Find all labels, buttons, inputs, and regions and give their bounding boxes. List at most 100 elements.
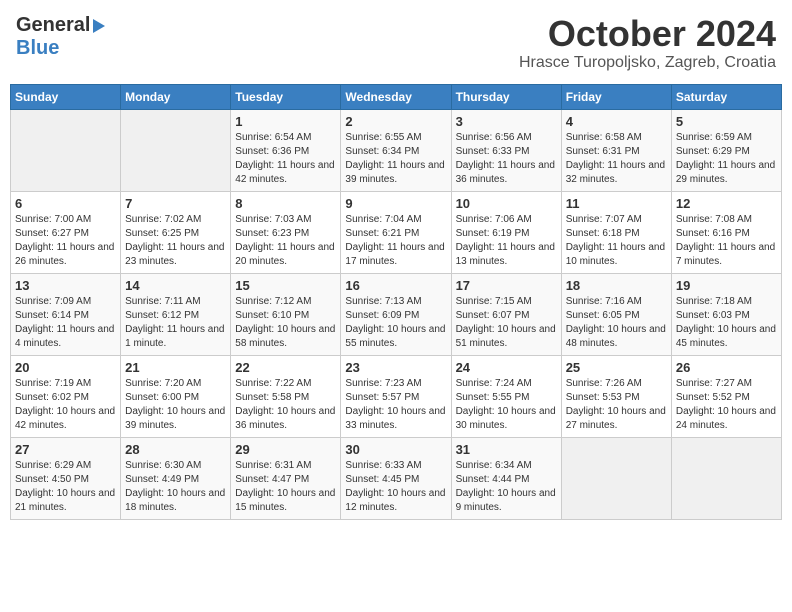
sunrise-text: Sunrise: 6:33 AM bbox=[345, 460, 421, 471]
sunset-text: Sunset: 6:29 PM bbox=[676, 146, 750, 157]
day-number: 28 bbox=[125, 442, 226, 457]
sunset-text: Sunset: 6:14 PM bbox=[15, 310, 89, 321]
sunset-text: Sunset: 6:34 PM bbox=[345, 146, 419, 157]
calendar-day-cell: 27 Sunrise: 6:29 AM Sunset: 4:50 PM Dayl… bbox=[11, 437, 121, 519]
sunset-text: Sunset: 6:18 PM bbox=[566, 228, 640, 239]
day-info: Sunrise: 6:34 AM Sunset: 4:44 PM Dayligh… bbox=[456, 459, 557, 515]
daylight-text: Daylight: 10 hours and 33 minutes. bbox=[345, 406, 445, 431]
calendar-day-cell bbox=[671, 437, 781, 519]
sunrise-text: Sunrise: 7:03 AM bbox=[235, 214, 311, 225]
sunrise-text: Sunrise: 7:11 AM bbox=[125, 296, 200, 307]
sunrise-text: Sunrise: 6:55 AM bbox=[345, 132, 421, 143]
day-number: 23 bbox=[345, 360, 446, 375]
calendar-day-cell: 29 Sunrise: 6:31 AM Sunset: 4:47 PM Dayl… bbox=[231, 437, 341, 519]
day-number: 29 bbox=[235, 442, 336, 457]
sunrise-text: Sunrise: 7:12 AM bbox=[235, 296, 311, 307]
sunrise-text: Sunrise: 6:34 AM bbox=[456, 460, 532, 471]
day-number: 10 bbox=[456, 196, 557, 211]
daylight-text: Daylight: 10 hours and 30 minutes. bbox=[456, 406, 556, 431]
calendar-day-cell: 9 Sunrise: 7:04 AM Sunset: 6:21 PM Dayli… bbox=[341, 191, 451, 273]
daylight-text: Daylight: 11 hours and 36 minutes. bbox=[456, 160, 555, 185]
day-of-week-header: Monday bbox=[121, 84, 231, 109]
sunrise-text: Sunrise: 6:58 AM bbox=[566, 132, 642, 143]
day-info: Sunrise: 6:55 AM Sunset: 6:34 PM Dayligh… bbox=[345, 131, 446, 187]
day-info: Sunrise: 7:24 AM Sunset: 5:55 PM Dayligh… bbox=[456, 377, 557, 433]
daylight-text: Daylight: 10 hours and 9 minutes. bbox=[456, 488, 556, 513]
daylight-text: Daylight: 10 hours and 39 minutes. bbox=[125, 406, 225, 431]
sunset-text: Sunset: 6:10 PM bbox=[235, 310, 309, 321]
calendar-day-cell: 23 Sunrise: 7:23 AM Sunset: 5:57 PM Dayl… bbox=[341, 355, 451, 437]
day-number: 6 bbox=[15, 196, 116, 211]
day-of-week-header: Sunday bbox=[11, 84, 121, 109]
calendar-day-cell: 14 Sunrise: 7:11 AM Sunset: 6:12 PM Dayl… bbox=[121, 273, 231, 355]
day-info: Sunrise: 7:00 AM Sunset: 6:27 PM Dayligh… bbox=[15, 213, 116, 269]
day-of-week-header: Tuesday bbox=[231, 84, 341, 109]
calendar-day-cell: 24 Sunrise: 7:24 AM Sunset: 5:55 PM Dayl… bbox=[451, 355, 561, 437]
day-number: 15 bbox=[235, 278, 336, 293]
sunset-text: Sunset: 6:03 PM bbox=[676, 310, 750, 321]
sunset-text: Sunset: 6:33 PM bbox=[456, 146, 530, 157]
sunset-text: Sunset: 6:09 PM bbox=[345, 310, 419, 321]
calendar-day-cell: 7 Sunrise: 7:02 AM Sunset: 6:25 PM Dayli… bbox=[121, 191, 231, 273]
calendar-week-row: 1 Sunrise: 6:54 AM Sunset: 6:36 PM Dayli… bbox=[11, 109, 782, 191]
daylight-text: Daylight: 10 hours and 15 minutes. bbox=[235, 488, 335, 513]
calendar-day-cell: 12 Sunrise: 7:08 AM Sunset: 6:16 PM Dayl… bbox=[671, 191, 781, 273]
daylight-text: Daylight: 10 hours and 18 minutes. bbox=[125, 488, 225, 513]
sunrise-text: Sunrise: 6:54 AM bbox=[235, 132, 311, 143]
sunset-text: Sunset: 6:27 PM bbox=[15, 228, 89, 239]
day-info: Sunrise: 6:30 AM Sunset: 4:49 PM Dayligh… bbox=[125, 459, 226, 515]
calendar-day-cell bbox=[561, 437, 671, 519]
daylight-text: Daylight: 10 hours and 48 minutes. bbox=[566, 324, 666, 349]
month-title: October 2024 bbox=[519, 14, 776, 54]
sunset-text: Sunset: 6:23 PM bbox=[235, 228, 309, 239]
sunset-text: Sunset: 5:58 PM bbox=[235, 392, 309, 403]
day-number: 16 bbox=[345, 278, 446, 293]
sunrise-text: Sunrise: 7:00 AM bbox=[15, 214, 91, 225]
day-number: 4 bbox=[566, 114, 667, 129]
day-info: Sunrise: 7:15 AM Sunset: 6:07 PM Dayligh… bbox=[456, 295, 557, 351]
calendar-day-cell: 17 Sunrise: 7:15 AM Sunset: 6:07 PM Dayl… bbox=[451, 273, 561, 355]
day-info: Sunrise: 6:29 AM Sunset: 4:50 PM Dayligh… bbox=[15, 459, 116, 515]
sunset-text: Sunset: 6:16 PM bbox=[676, 228, 750, 239]
daylight-text: Daylight: 10 hours and 42 minutes. bbox=[15, 406, 115, 431]
day-info: Sunrise: 7:03 AM Sunset: 6:23 PM Dayligh… bbox=[235, 213, 336, 269]
calendar-day-cell: 18 Sunrise: 7:16 AM Sunset: 6:05 PM Dayl… bbox=[561, 273, 671, 355]
day-number: 30 bbox=[345, 442, 446, 457]
day-info: Sunrise: 6:54 AM Sunset: 6:36 PM Dayligh… bbox=[235, 131, 336, 187]
calendar-day-cell: 26 Sunrise: 7:27 AM Sunset: 5:52 PM Dayl… bbox=[671, 355, 781, 437]
calendar-day-cell: 8 Sunrise: 7:03 AM Sunset: 6:23 PM Dayli… bbox=[231, 191, 341, 273]
day-number: 22 bbox=[235, 360, 336, 375]
calendar-day-cell: 28 Sunrise: 6:30 AM Sunset: 4:49 PM Dayl… bbox=[121, 437, 231, 519]
day-number: 19 bbox=[676, 278, 777, 293]
sunrise-text: Sunrise: 6:30 AM bbox=[125, 460, 201, 471]
sunset-text: Sunset: 6:21 PM bbox=[345, 228, 419, 239]
calendar-week-row: 13 Sunrise: 7:09 AM Sunset: 6:14 PM Dayl… bbox=[11, 273, 782, 355]
page-header: General Blue October 2024 Hrasce Turopol… bbox=[10, 10, 782, 76]
sunrise-text: Sunrise: 7:22 AM bbox=[235, 378, 311, 389]
daylight-text: Daylight: 11 hours and 42 minutes. bbox=[235, 160, 334, 185]
day-number: 9 bbox=[345, 196, 446, 211]
day-number: 20 bbox=[15, 360, 116, 375]
day-number: 14 bbox=[125, 278, 226, 293]
day-number: 26 bbox=[676, 360, 777, 375]
sunrise-text: Sunrise: 7:07 AM bbox=[566, 214, 642, 225]
calendar-day-cell: 15 Sunrise: 7:12 AM Sunset: 6:10 PM Dayl… bbox=[231, 273, 341, 355]
sunrise-text: Sunrise: 7:24 AM bbox=[456, 378, 532, 389]
day-info: Sunrise: 7:27 AM Sunset: 5:52 PM Dayligh… bbox=[676, 377, 777, 433]
daylight-text: Daylight: 11 hours and 4 minutes. bbox=[15, 324, 114, 349]
day-info: Sunrise: 7:04 AM Sunset: 6:21 PM Dayligh… bbox=[345, 213, 446, 269]
day-number: 1 bbox=[235, 114, 336, 129]
daylight-text: Daylight: 11 hours and 26 minutes. bbox=[15, 242, 114, 267]
day-info: Sunrise: 7:13 AM Sunset: 6:09 PM Dayligh… bbox=[345, 295, 446, 351]
sunset-text: Sunset: 6:36 PM bbox=[235, 146, 309, 157]
day-info: Sunrise: 7:06 AM Sunset: 6:19 PM Dayligh… bbox=[456, 213, 557, 269]
day-number: 8 bbox=[235, 196, 336, 211]
day-info: Sunrise: 7:23 AM Sunset: 5:57 PM Dayligh… bbox=[345, 377, 446, 433]
day-info: Sunrise: 7:16 AM Sunset: 6:05 PM Dayligh… bbox=[566, 295, 667, 351]
daylight-text: Daylight: 11 hours and 32 minutes. bbox=[566, 160, 665, 185]
sunrise-text: Sunrise: 6:29 AM bbox=[15, 460, 91, 471]
sunset-text: Sunset: 5:57 PM bbox=[345, 392, 419, 403]
calendar-day-cell: 31 Sunrise: 6:34 AM Sunset: 4:44 PM Dayl… bbox=[451, 437, 561, 519]
calendar-day-cell: 25 Sunrise: 7:26 AM Sunset: 5:53 PM Dayl… bbox=[561, 355, 671, 437]
logo-blue-text: Blue bbox=[16, 37, 59, 60]
